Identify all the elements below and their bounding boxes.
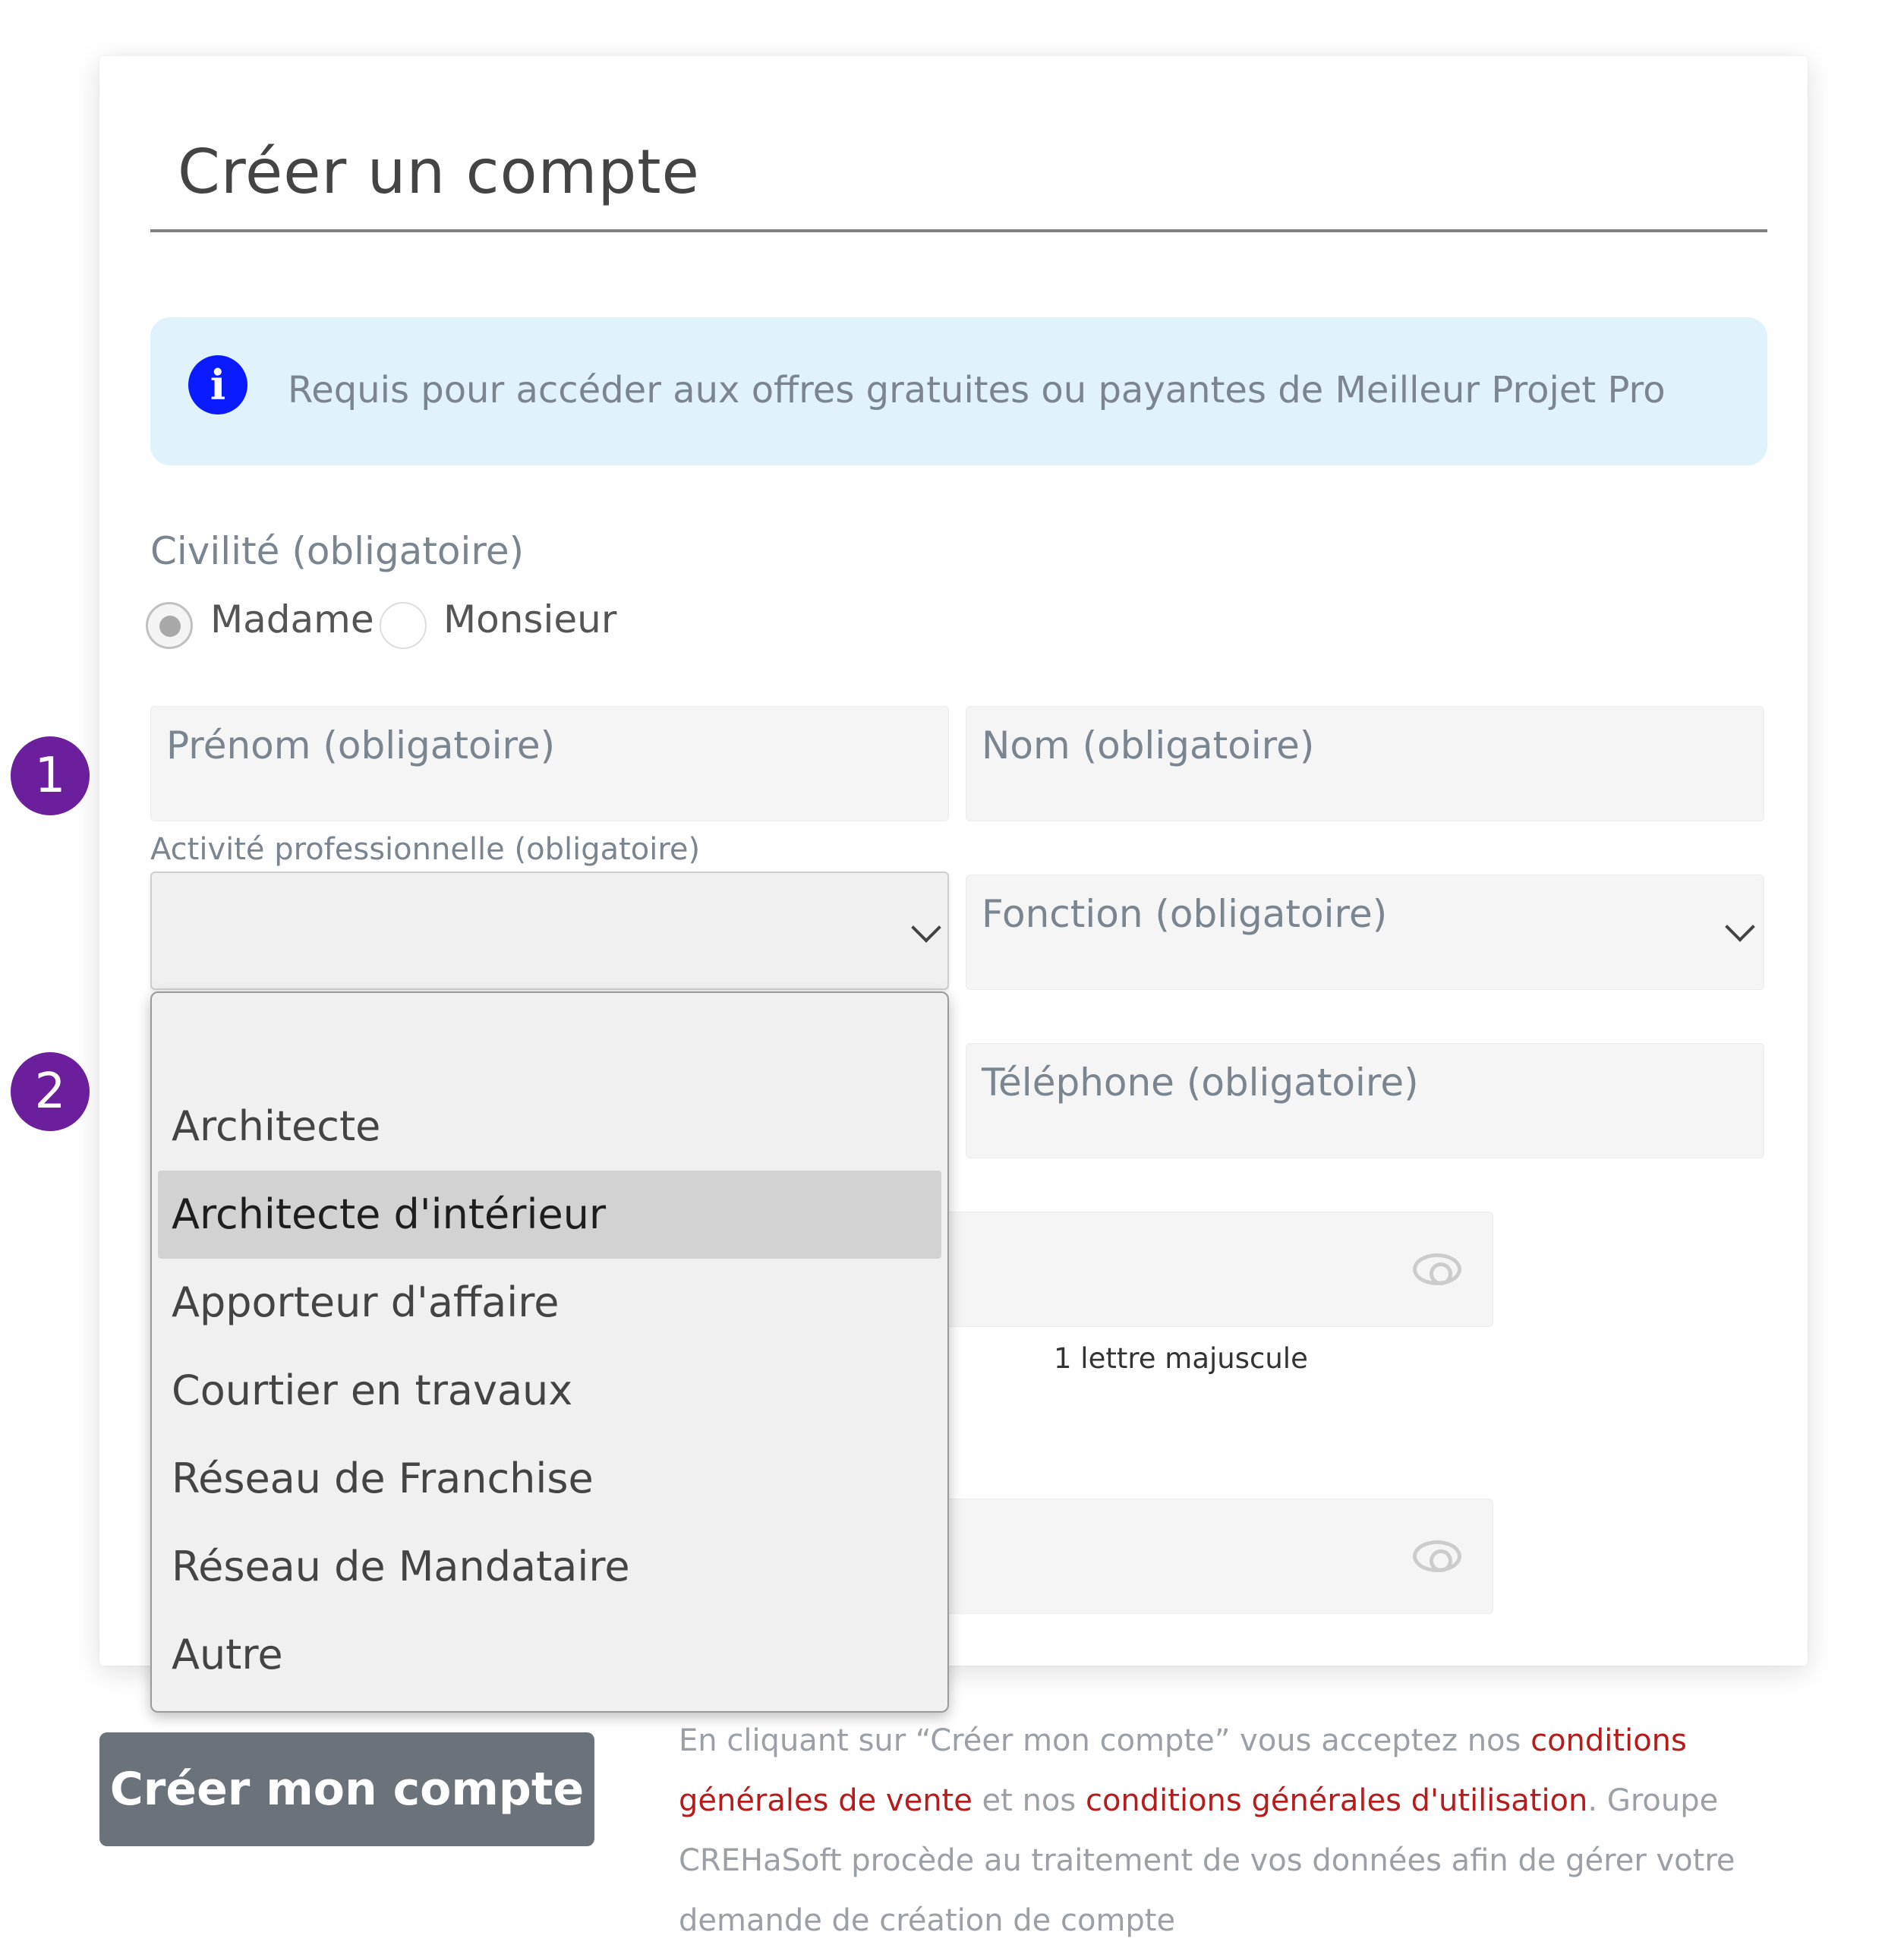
dropdown-option-courtier-travaux[interactable]: Courtier en travaux [158, 1347, 941, 1435]
function-placeholder: Fonction (obligatoire) [982, 892, 1388, 936]
dropdown-option-reseau-mandataire[interactable]: Réseau de Mandataire [158, 1523, 941, 1611]
civility-label: Civilité (obligatoire) [150, 529, 525, 573]
chevron-down-icon [1725, 912, 1755, 942]
password-field[interactable] [873, 1212, 1493, 1327]
eye-pupil [1430, 1549, 1452, 1572]
radio-label-madame[interactable]: Madame [210, 597, 374, 641]
radio-selected-dot [159, 616, 181, 637]
dropdown-option-reseau-franchise[interactable]: Réseau de Franchise [158, 1435, 941, 1523]
legal-notice: En cliquant sur “Créer mon compte” vous … [679, 1711, 1833, 1951]
info-text: Requis pour accéder aux offres gratuites… [288, 369, 1666, 411]
phone-field[interactable]: Téléphone (obligatoire) [966, 1043, 1764, 1158]
legal-text-2: et nos [972, 1783, 1086, 1818]
first-name-field[interactable]: Prénom (obligatoire) [150, 706, 949, 821]
password-hint: 1 lettre majuscule [1054, 1342, 1308, 1375]
phone-placeholder: Téléphone (obligatoire) [982, 1061, 1419, 1105]
last-name-field[interactable]: Nom (obligatoire) [966, 706, 1764, 821]
radio-madame[interactable] [146, 602, 193, 649]
radio-label-monsieur[interactable]: Monsieur [443, 597, 616, 641]
annotation-marker-2: 2 [11, 1052, 90, 1131]
create-account-button[interactable]: Créer mon compte [99, 1732, 594, 1846]
eye-pupil [1430, 1262, 1452, 1285]
annotation-marker-1: 1 [11, 736, 90, 815]
page-title: Créer un compte [178, 137, 700, 207]
password-confirm-field[interactable] [873, 1499, 1493, 1614]
info-icon: i [188, 355, 247, 414]
activity-select[interactable] [150, 871, 949, 990]
dropdown-option-architecte-interieur[interactable]: Architecte d'intérieur [158, 1171, 941, 1259]
legal-text-1: En cliquant sur “Créer mon compte” vous … [679, 1723, 1531, 1758]
eye-icon[interactable] [1413, 1540, 1461, 1572]
last-name-placeholder: Nom (obligatoire) [982, 723, 1315, 767]
activity-label: Activité professionnelle (obligatoire) [150, 832, 701, 867]
function-select[interactable]: Fonction (obligatoire) [966, 875, 1764, 990]
first-name-placeholder: Prénom (obligatoire) [166, 723, 556, 767]
radio-monsieur[interactable] [380, 602, 427, 649]
dropdown-option-autre[interactable]: Autre [158, 1611, 941, 1699]
eye-icon[interactable] [1413, 1253, 1461, 1285]
activity-dropdown-list: Architecte Architecte d'intérieur Apport… [150, 991, 949, 1713]
cgu-link[interactable]: conditions générales d'utilisation [1086, 1783, 1587, 1818]
title-divider [150, 229, 1767, 232]
dropdown-option-apporteur-affaire[interactable]: Apporteur d'affaire [158, 1259, 941, 1347]
chevron-down-icon [911, 912, 941, 943]
dropdown-option-architecte[interactable]: Architecte [158, 1083, 941, 1171]
